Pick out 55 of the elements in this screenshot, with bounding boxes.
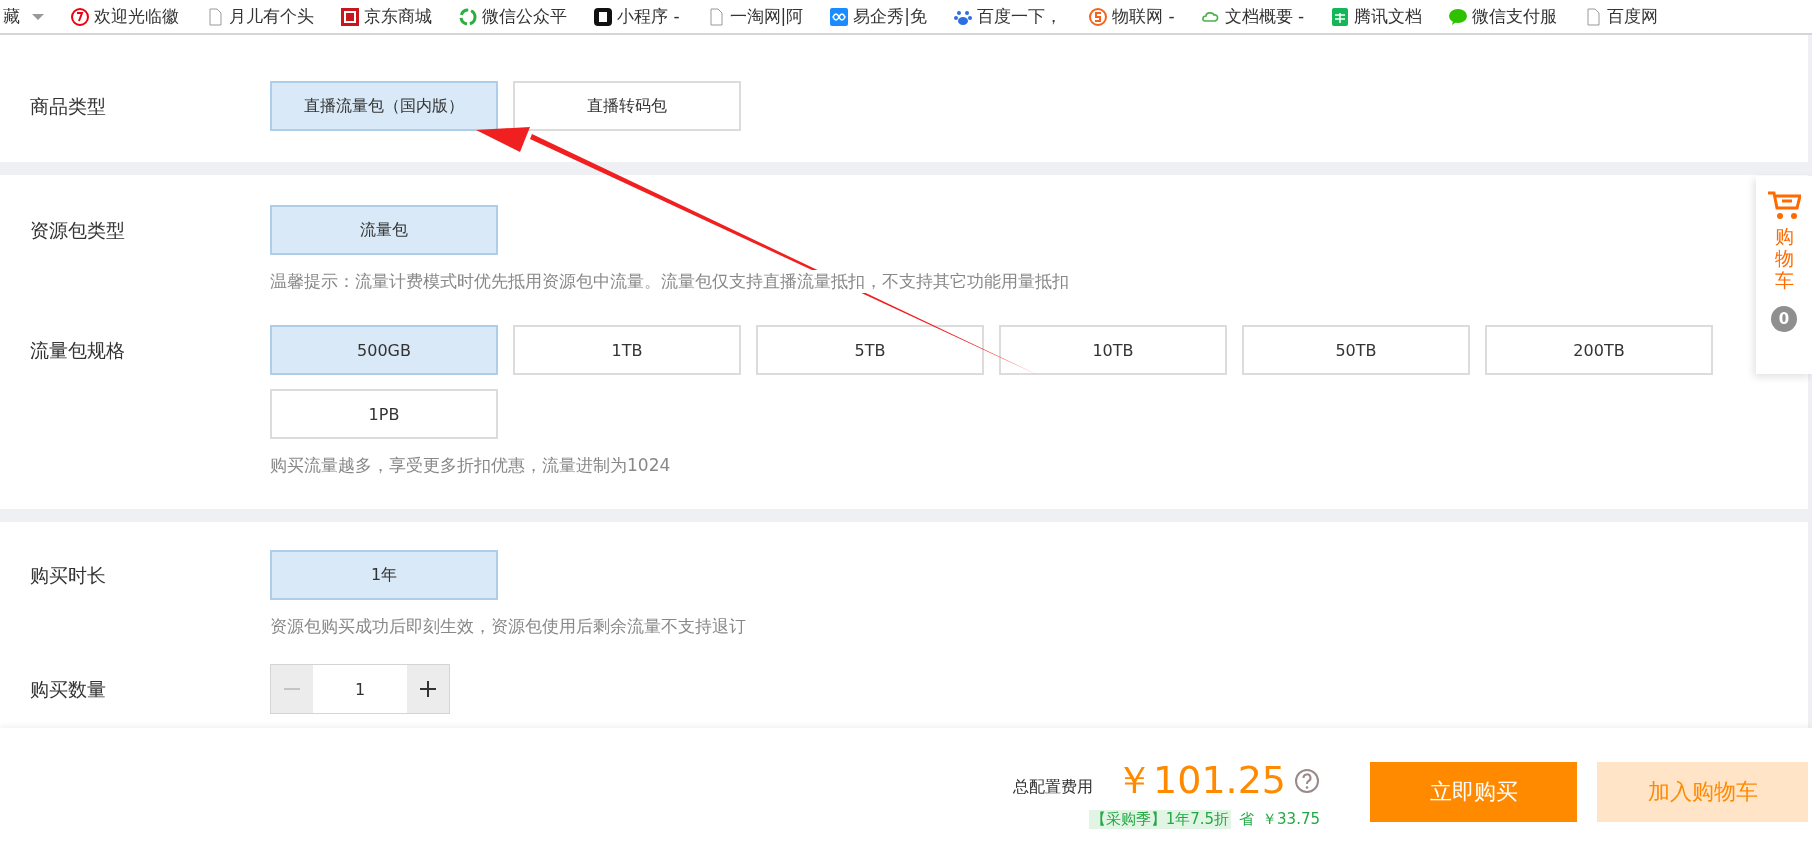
option-button[interactable]: 直播转码包 [513, 81, 741, 131]
circle-logo-icon [70, 6, 90, 27]
option-button[interactable]: 直播流量包（国内版） [270, 81, 498, 131]
field-label: 资源包类型 [29, 218, 126, 243]
hint-text: 温馨提示：流量计费模式时优先抵用资源包中流量。流量包仅支持直播流量抵扣，不支持其它功能用量抵扣 [270, 270, 1069, 293]
hint-text: 购买流量越多，享受更多折扣优惠，流量进制为1024 [270, 454, 671, 477]
option-button[interactable]: 10TB [999, 325, 1227, 375]
square-logo-icon [593, 6, 613, 27]
option-button[interactable]: 200TB [1485, 325, 1713, 375]
option-button[interactable]: 500GB [270, 325, 498, 375]
bookmark-link[interactable]: 易企秀|免 [853, 5, 927, 28]
bookmark-link[interactable]: 百度网 [1607, 5, 1659, 28]
option-button[interactable]: 流量包 [270, 205, 498, 255]
bookmark-link[interactable]: 欢迎光临徽 [94, 5, 179, 28]
bookmark-link[interactable]: 腾讯文档 [1354, 5, 1423, 28]
chat-icon [1448, 6, 1469, 27]
field-label: 购买数量 [29, 677, 107, 702]
option-button[interactable]: 5TB [756, 325, 984, 375]
bookmark-link[interactable]: 藏 [3, 5, 20, 28]
hint-text: 资源包购买成功后即刻生效，资源包使用后剩余流量不支持退订 [270, 615, 746, 638]
bookmark-link[interactable]: 文档概要 - [1224, 5, 1305, 28]
bookmark-link[interactable]: 百度一下， [977, 5, 1062, 28]
field-label: 流量包规格 [29, 338, 126, 363]
promo-tag: 【采购季】1年7.5折 [1088, 810, 1232, 829]
bookmark-link[interactable]: 月儿有个头 [229, 5, 314, 28]
bookmark-link[interactable]: 京东商城 [364, 5, 432, 28]
option-button[interactable]: 1TB [513, 325, 741, 375]
cart-count: 0 [1771, 305, 1797, 332]
quantity-stepper[interactable]: 1 [270, 664, 450, 714]
field-label: 商品类型 [29, 94, 107, 119]
option-button[interactable]: 1年 [270, 550, 498, 600]
infinity-icon [829, 6, 850, 27]
caret-icon [32, 13, 44, 20]
total-label: 总配置费用 [1013, 777, 1094, 798]
square-logo-icon [340, 6, 360, 27]
option-button[interactable]: 1PB [270, 389, 498, 439]
sheet-icon [1330, 6, 1351, 27]
circle-logo-icon [1088, 6, 1108, 27]
option-button[interactable]: 50TB [1242, 325, 1470, 375]
bookmark-link[interactable]: 物联网 - [1112, 5, 1175, 28]
save-label: 省 [1239, 810, 1255, 829]
cart-label: 购物车 [1774, 226, 1794, 292]
increment-button[interactable] [407, 665, 449, 713]
help-icon[interactable] [1294, 767, 1320, 794]
bookmark-link[interactable]: 微信支付服 [1472, 5, 1558, 28]
cart-icon [1767, 190, 1801, 222]
minus-icon [283, 688, 301, 690]
recycle-icon [458, 6, 478, 27]
bookmark-link[interactable]: 一淘网|阿 [729, 5, 804, 28]
plus-icon [419, 680, 437, 698]
bookmark-link[interactable]: 微信公众平 [482, 5, 567, 28]
bookmark-link[interactable]: 小程序 - [617, 5, 680, 28]
saved-amount: ￥33.75 [1262, 810, 1320, 829]
total-price: ￥101.25 [1115, 757, 1286, 804]
field-label: 购买时长 [29, 563, 107, 588]
